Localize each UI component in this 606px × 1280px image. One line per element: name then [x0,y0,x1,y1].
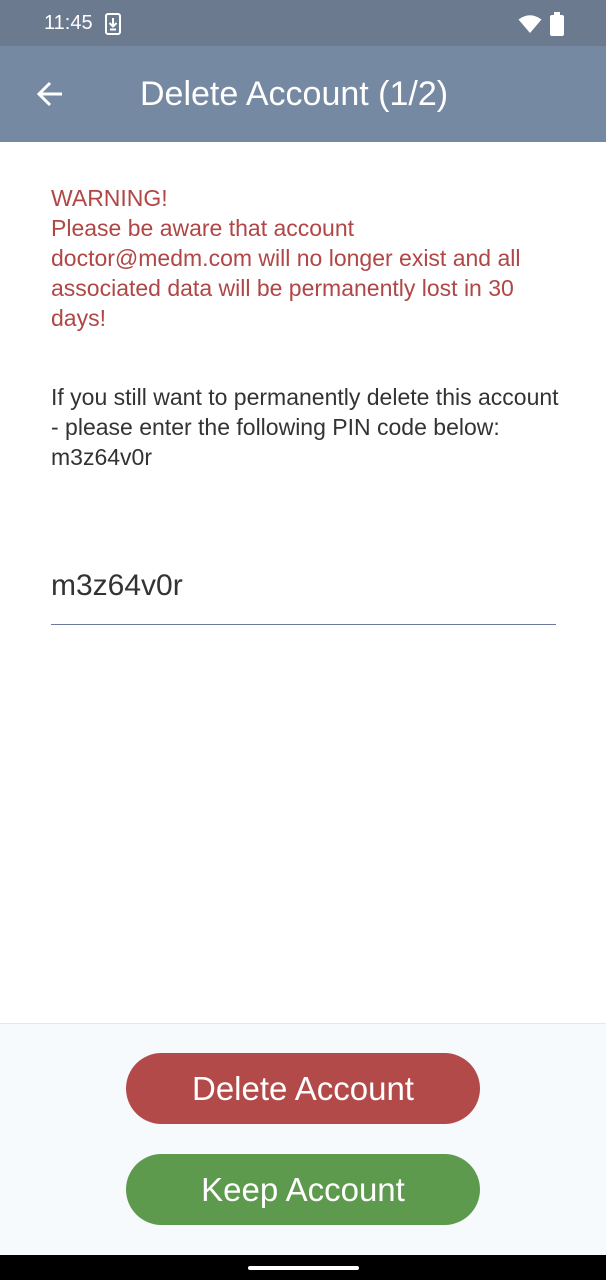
keep-account-button[interactable]: Keep Account [126,1154,480,1225]
warning-title: WARNING! [51,185,168,211]
status-time: 11:45 [44,12,93,34]
warning-message: WARNING! Please be aware that account do… [51,183,561,333]
page-title: Delete Account (1/2) [140,75,449,113]
home-indicator[interactable] [248,1266,359,1270]
back-button[interactable] [26,70,74,118]
pin-instructions: If you still want to permanently delete … [51,384,559,470]
content-area: WARNING! Please be aware that account do… [51,183,561,472]
status-bar: 11:45 [0,0,606,46]
download-icon [105,13,121,35]
delete-account-button[interactable]: Delete Account [126,1053,480,1124]
battery-icon [550,12,564,36]
app-bar: Delete Account (1/2) [0,46,606,142]
warning-body: Please be aware that account doctor@medm… [51,215,521,331]
system-nav-bar [0,1255,606,1280]
footer-actions: Delete Account Keep Account [0,1023,606,1256]
pin-input[interactable] [51,560,556,612]
pin-field [51,560,556,625]
arrow-left-icon [36,81,62,107]
wifi-icon [518,14,542,34]
